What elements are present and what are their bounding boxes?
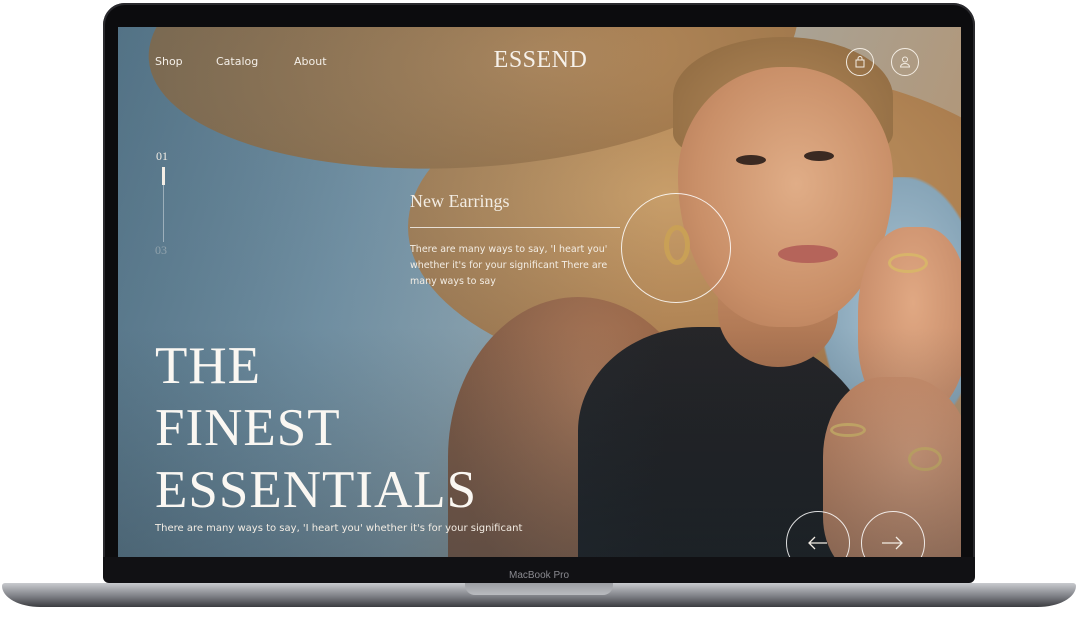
shopping-bag-icon — [855, 56, 865, 68]
user-icon — [899, 56, 911, 68]
hero-subtitle: There are many ways to say, 'I heart you… — [155, 523, 523, 534]
arrow-left-icon — [808, 536, 827, 550]
website-screen: Shop Catalog About ESSEND 01 03 New Earr… — [118, 27, 961, 557]
slide-total: 03 — [155, 243, 167, 257]
hero-title-line-3: ESSENTIALS — [155, 461, 478, 519]
hero-title: THE FINEST ESSENTIALS — [155, 335, 477, 521]
hero-title-line-1: THE — [155, 337, 262, 395]
account-button[interactable] — [891, 48, 919, 76]
arrow-right-icon — [882, 536, 903, 550]
prev-slide-button[interactable] — [786, 511, 850, 557]
feature-title[interactable]: New Earrings — [410, 191, 509, 212]
hero-title-line-2: FINEST — [155, 399, 341, 457]
nav-catalog[interactable]: Catalog — [216, 55, 258, 68]
device-label: MacBook Pro — [508, 570, 570, 581]
cart-button[interactable] — [846, 48, 874, 76]
earring-highlight-circle[interactable] — [621, 193, 731, 303]
brand-logo[interactable]: ESSEND — [488, 47, 593, 74]
next-slide-button[interactable] — [861, 511, 925, 557]
nav-about[interactable]: About — [294, 55, 327, 68]
slide-current: 01 — [156, 149, 168, 163]
nav-shop[interactable]: Shop — [155, 55, 183, 68]
feature-divider — [410, 227, 620, 228]
slide-progress — [162, 167, 165, 185]
laptop-notch — [465, 583, 613, 595]
feature-description: There are many ways to say, 'I heart you… — [410, 244, 608, 287]
